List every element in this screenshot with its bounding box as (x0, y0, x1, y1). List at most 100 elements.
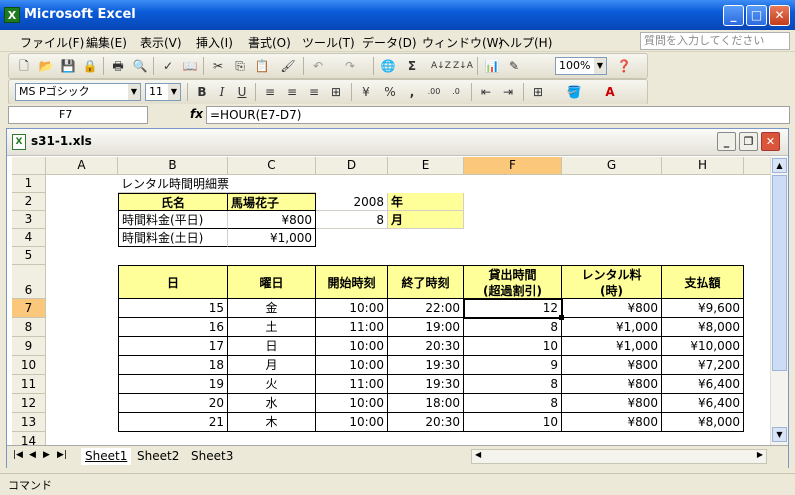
menu-tools[interactable]: ツール(T) (302, 34, 355, 51)
menu-format[interactable]: 書式(O) (248, 34, 291, 51)
cell-hours-row-11[interactable]: 8 (464, 375, 562, 394)
cell-wd-row-12[interactable]: 水 (228, 394, 316, 413)
header-payment[interactable]: 支払額 (662, 265, 744, 299)
column-header-c[interactable]: C (228, 157, 316, 175)
header-day[interactable]: 日 (118, 265, 228, 299)
cell-hours-row-13[interactable]: 10 (464, 413, 562, 432)
tab-sheet2[interactable]: Sheet2 (133, 448, 183, 465)
percent-icon[interactable]: % (381, 83, 399, 101)
cell-rate-row-10[interactable]: ¥800 (562, 356, 662, 375)
cell-start-row-10[interactable]: 10:00 (316, 356, 388, 375)
cell-start-row-7[interactable]: 10:00 (316, 299, 388, 318)
row-header-8[interactable]: 8 (12, 318, 46, 337)
formula-input[interactable]: =HOUR(E7-D7) (206, 106, 790, 124)
cell-e3-month-label[interactable]: 月 (388, 211, 464, 229)
permission-icon[interactable]: 🔒 (81, 57, 99, 75)
cell-wd-row-8[interactable]: 土 (228, 318, 316, 337)
align-right-icon[interactable]: ≡ (305, 83, 323, 101)
column-header-a[interactable]: A (46, 157, 118, 175)
scroll-down-icon[interactable]: ▼ (772, 427, 787, 442)
menu-insert[interactable]: 挿入(I) (196, 34, 233, 51)
menu-window[interactable]: ウィンドウ(W) (422, 34, 503, 51)
column-header-b[interactable]: B (118, 157, 228, 175)
autosum-icon[interactable]: Σ (403, 57, 421, 75)
cell-end-row-8[interactable]: 19:00 (388, 318, 464, 337)
cell-start-row-9[interactable]: 10:00 (316, 337, 388, 356)
cell-b4-weekend-rate-label[interactable]: 時間料金(土日) (118, 229, 228, 247)
row-header-9[interactable]: 9 (12, 337, 46, 356)
cell-hours-row-12[interactable]: 8 (464, 394, 562, 413)
copy-icon[interactable]: ⎘ (231, 57, 249, 75)
fill-color-icon[interactable]: 🪣 (565, 83, 583, 101)
row-header-10[interactable]: 10 (12, 356, 46, 375)
column-header-g[interactable]: G (562, 157, 662, 175)
help-icon[interactable]: ❓ (615, 57, 633, 75)
row-header-4[interactable]: 4 (12, 229, 46, 247)
cell-pay-row-13[interactable]: ¥8,000 (662, 413, 744, 432)
last-sheet-icon[interactable]: ▶| (57, 450, 67, 460)
undo-icon[interactable]: ↶ (309, 57, 327, 75)
header-start-time[interactable]: 開始時刻 (316, 265, 388, 299)
increase-indent-icon[interactable]: ⇥ (499, 83, 517, 101)
menu-file[interactable]: ファイル(F) (20, 34, 84, 51)
cell-b2-name-label[interactable]: 氏名 (118, 193, 228, 211)
cell-rate-row-7[interactable]: ¥800 (562, 299, 662, 318)
row-header-5[interactable]: 5 (12, 247, 46, 265)
column-header-e[interactable]: E (388, 157, 464, 175)
workbook-close-button[interactable]: ✕ (761, 132, 780, 151)
header-rental-rate[interactable]: レンタル料 (時) (562, 265, 662, 299)
cell-wd-row-9[interactable]: 日 (228, 337, 316, 356)
menu-data[interactable]: データ(D) (362, 34, 417, 51)
cell-hours-row-8[interactable]: 8 (464, 318, 562, 337)
cell-end-row-10[interactable]: 19:30 (388, 356, 464, 375)
row-header-13[interactable]: 13 (12, 413, 46, 432)
cell-c4-weekend-rate[interactable]: ¥1,000 (228, 229, 316, 247)
save-icon[interactable]: 💾 (59, 57, 77, 75)
font-size-select[interactable]: 11 ▼ (145, 83, 181, 101)
cell-start-row-11[interactable]: 11:00 (316, 375, 388, 394)
research-icon[interactable]: 📖 (181, 57, 199, 75)
column-header-f[interactable]: F (464, 157, 562, 175)
cell-day-row-7[interactable]: 15 (118, 299, 228, 318)
cell-rate-row-11[interactable]: ¥800 (562, 375, 662, 394)
row-header-12[interactable]: 12 (12, 394, 46, 413)
cell-rate-row-12[interactable]: ¥800 (562, 394, 662, 413)
borders-icon[interactable]: ⊞ (529, 83, 547, 101)
menu-help[interactable]: ヘルプ(H) (498, 34, 552, 51)
column-header-i[interactable] (744, 157, 770, 175)
cell-hours-row-10[interactable]: 9 (464, 356, 562, 375)
cell-day-row-9[interactable]: 17 (118, 337, 228, 356)
header-end-time[interactable]: 終了時刻 (388, 265, 464, 299)
decrease-indent-icon[interactable]: ⇤ (477, 83, 495, 101)
font-select[interactable]: MS Pゴシック ▼ (15, 83, 141, 101)
cell-day-row-11[interactable]: 19 (118, 375, 228, 394)
cell-b3-weekday-rate-label[interactable]: 時間料金(平日) (118, 211, 228, 229)
cell-pay-row-7[interactable]: ¥9,600 (662, 299, 744, 318)
header-rental-hours[interactable]: 貸出時間 (超過割引) (464, 265, 562, 299)
hyperlink-icon[interactable]: 🌐 (379, 57, 397, 75)
cell-end-row-7[interactable]: 22:00 (388, 299, 464, 318)
cell-day-row-13[interactable]: 21 (118, 413, 228, 432)
sort-ascending-icon[interactable]: A↓Z (431, 57, 451, 75)
comma-style-icon[interactable]: , (403, 83, 421, 101)
cell-wd-row-11[interactable]: 火 (228, 375, 316, 394)
prev-sheet-icon[interactable]: ◀ (29, 450, 36, 460)
maximize-button[interactable]: □ (746, 5, 767, 26)
cell-e2-year-label[interactable]: 年 (388, 193, 464, 211)
vertical-scrollbar[interactable]: ▲ ▼ (770, 157, 788, 445)
redo-icon[interactable]: ↷ (341, 57, 359, 75)
first-sheet-icon[interactable]: |◀ (13, 450, 23, 460)
cell-rate-row-13[interactable]: ¥800 (562, 413, 662, 432)
close-button[interactable]: ✕ (769, 5, 790, 26)
cell-pay-row-12[interactable]: ¥6,400 (662, 394, 744, 413)
cell-end-row-13[interactable]: 20:30 (388, 413, 464, 432)
column-header-d[interactable]: D (316, 157, 388, 175)
cell-d3-month[interactable]: 8 (316, 211, 388, 229)
cell-wd-row-7[interactable]: 金 (228, 299, 316, 318)
increase-decimal-icon[interactable]: .00 (425, 83, 443, 101)
cell-end-row-9[interactable]: 20:30 (388, 337, 464, 356)
next-sheet-icon[interactable]: ▶ (43, 450, 50, 460)
fx-icon[interactable]: fx (190, 107, 203, 121)
cell-d2-year[interactable]: 2008 (316, 193, 388, 211)
horizontal-scrollbar[interactable]: ◀ ▶ (471, 449, 767, 464)
